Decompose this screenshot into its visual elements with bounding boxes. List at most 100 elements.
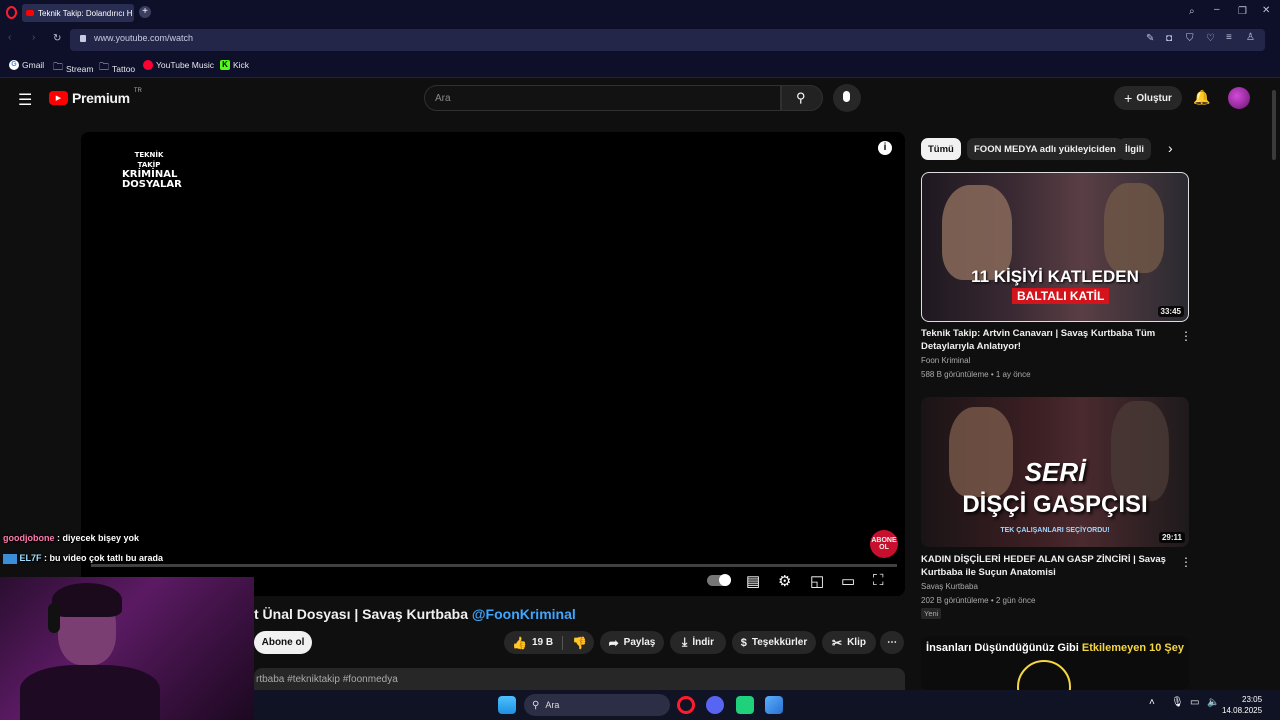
like-count[interactable]: 19 B [532,637,553,648]
more-horizontal-icon: ⋯ [887,637,897,648]
progress-bar[interactable] [91,564,897,567]
recommendation-channel[interactable]: Savaş Kurtbaba [921,582,978,591]
shield-icon[interactable]: ⛉ [1186,33,1194,44]
new-badge: Yeni [921,608,942,619]
download-button[interactable]: ⤓ İndir [670,631,726,654]
voice-search-button[interactable] [833,84,861,112]
profile-icon[interactable]: ♙ [1246,32,1255,43]
camera-icon[interactable]: ◘ [1166,33,1172,44]
youtube-favicon-icon [26,10,34,16]
chip-all[interactable]: Tümü [921,138,961,160]
url-text[interactable]: www.youtube.com/watch [94,33,193,43]
bookmark-tattoo[interactable]: 🗀 Tattoo [99,60,135,77]
new-tab-button[interactable]: + [139,6,151,18]
account-avatar[interactable] [1228,87,1250,109]
recommendation-meta: 202 B görüntüleme • 2 gün önce [921,596,1036,605]
chevron-up-icon[interactable]: ˄ [1149,697,1155,708]
video-title: t Ünal Dosyası | Savaş Kurtbaba @FoonKri… [254,606,576,622]
recommendation-thumbnail[interactable]: 11 KİŞİYİ KATLEDEN BALTALI KATİL 33:45 [921,172,1189,322]
autoplay-knob-icon [719,574,731,586]
youtube-play-icon: ▶ [49,91,68,105]
search-button[interactable]: ⚲ [781,85,823,111]
recommendation-title[interactable]: Teknik Takip: Artvin Canavarı | Savaş Ku… [921,327,1171,353]
folder-icon: 🗀 [53,62,63,73]
hamburger-menu-icon[interactable]: ☰ [18,90,32,110]
more-vertical-icon[interactable]: ⋮ [1180,555,1192,569]
thumbs-up-icon[interactable]: 👍 [512,636,527,650]
taskbar-clock[interactable]: 23:05 14.08.2025 [1222,694,1262,716]
notifications-bell-icon[interactable]: 🔔 [1193,89,1210,106]
fullscreen-icon[interactable]: ⛶ [873,572,884,589]
edit-icon[interactable]: ✎ [1146,33,1154,44]
bookmark-kick[interactable]: K Kick [220,60,249,70]
recommendation-channel[interactable]: Foon Kriminal [921,356,970,365]
duration-badge: 29:11 [1158,532,1185,543]
windows-start-icon[interactable] [498,696,516,714]
share-arrow-icon: ➦ [608,635,619,650]
menu-lines-icon[interactable]: ≡ [1226,32,1232,43]
minimize-icon[interactable]: – [1214,4,1220,15]
recommendation-title[interactable]: KADIN DİŞÇİLERİ HEDEF ALAN GASP ZİNCİRİ … [921,553,1171,579]
opera-logo-icon[interactable] [6,6,17,19]
streamer-webcam-overlay [0,577,254,720]
channel-watermark: TEKNİK TAKİP KRİMİNAL DOSYALAR [122,151,182,190]
download-icon: ⤓ [682,635,688,649]
thumbnail-face-left [942,185,1012,280]
back-icon[interactable]: ‹ [8,32,11,43]
chip-related[interactable]: İlgili [1118,138,1151,160]
heart-icon[interactable]: ♡ [1206,33,1215,44]
info-icon[interactable]: i [878,141,892,155]
reload-icon[interactable]: ↻ [53,33,61,44]
discord-taskbar-icon[interactable] [706,696,724,714]
bookmark-gmail[interactable]: G Gmail [9,60,44,70]
super-thanks-icon: $ [740,636,747,649]
miniplayer-icon[interactable]: ◱ [810,572,824,590]
thanks-button[interactable]: $ Teşekkürler [732,631,816,654]
subtitles-icon[interactable]: ▤ [746,572,760,590]
video-player[interactable] [81,132,905,596]
headphones-icon [48,603,60,633]
description-box[interactable]: rtbaba #tekniktakip #foonmedya [254,668,905,690]
display-icon[interactable]: ▭ [1190,697,1199,708]
close-window-icon[interactable]: ✕ [1262,5,1270,16]
search-tabs-icon[interactable]: ⌕ [1189,6,1195,17]
photos-taskbar-icon[interactable] [765,696,783,714]
clip-button[interactable]: ✂ Klip [822,631,876,654]
youtube-logo[interactable]: ▶ Premium TR [49,88,142,106]
recommendation-meta: 588 B görüntüleme • 1 ay önce [921,370,1031,379]
lock-icon [80,35,86,42]
more-vertical-icon[interactable]: ⋮ [1180,329,1192,343]
thumbnail-face-right [1104,183,1164,273]
restore-icon[interactable]: ❐ [1238,6,1247,17]
volume-icon[interactable]: 🔈 [1207,697,1219,708]
subscribe-button[interactable]: Abone ol [254,631,312,654]
taskbar-search[interactable]: ⚲ Ara [524,694,670,716]
forward-icon[interactable]: › [32,32,35,43]
channel-mention-link[interactable]: @FoonKriminal [472,606,576,622]
recommendation-thumbnail[interactable]: SERİ DİŞÇİ GASPÇISI TEK ÇALIŞANLARI SEÇİ… [921,397,1189,547]
streamer-body [20,665,160,720]
folder-icon: 🗀 [99,62,109,73]
create-button[interactable]: + Oluştur [1114,86,1182,110]
bookmark-stream[interactable]: 🗀 Stream [53,60,93,77]
plus-icon: + [1124,90,1133,106]
search-input[interactable]: Ara [424,85,781,111]
chevron-right-icon[interactable]: › [1168,140,1173,156]
microphone-icon[interactable]: 🎙 [1171,697,1184,708]
share-button[interactable]: ➦ Paylaş [600,631,664,654]
recommendation-thumbnail[interactable]: İnsanları Düşündüğünüz Gibi Etkilemeyen … [921,636,1189,690]
bookmark-youtube-music[interactable]: YouTube Music [143,60,214,70]
url-box[interactable] [70,29,1265,51]
more-actions-button[interactable]: ⋯ [880,631,904,654]
subscribe-watermark-badge[interactable]: ABONE OL [870,530,898,558]
chat-message: goodjobone : diyecek bişey yok [3,533,140,543]
opera-taskbar-icon[interactable] [677,696,695,714]
browser-tab-active[interactable]: Teknik Takip: Dolandırıcı H [22,4,134,22]
settings-gear-icon[interactable]: ⚙ [778,572,791,590]
theater-mode-icon[interactable]: ▭ [841,572,855,590]
page-scrollbar[interactable] [1272,90,1276,160]
chip-from-uploader[interactable]: FOON MEDYA adlı yükleyiciden [967,138,1123,160]
app-taskbar-icon[interactable] [736,696,754,714]
chat-badge-icon [3,553,17,564]
thumbs-down-icon[interactable]: 👎 [572,636,587,650]
